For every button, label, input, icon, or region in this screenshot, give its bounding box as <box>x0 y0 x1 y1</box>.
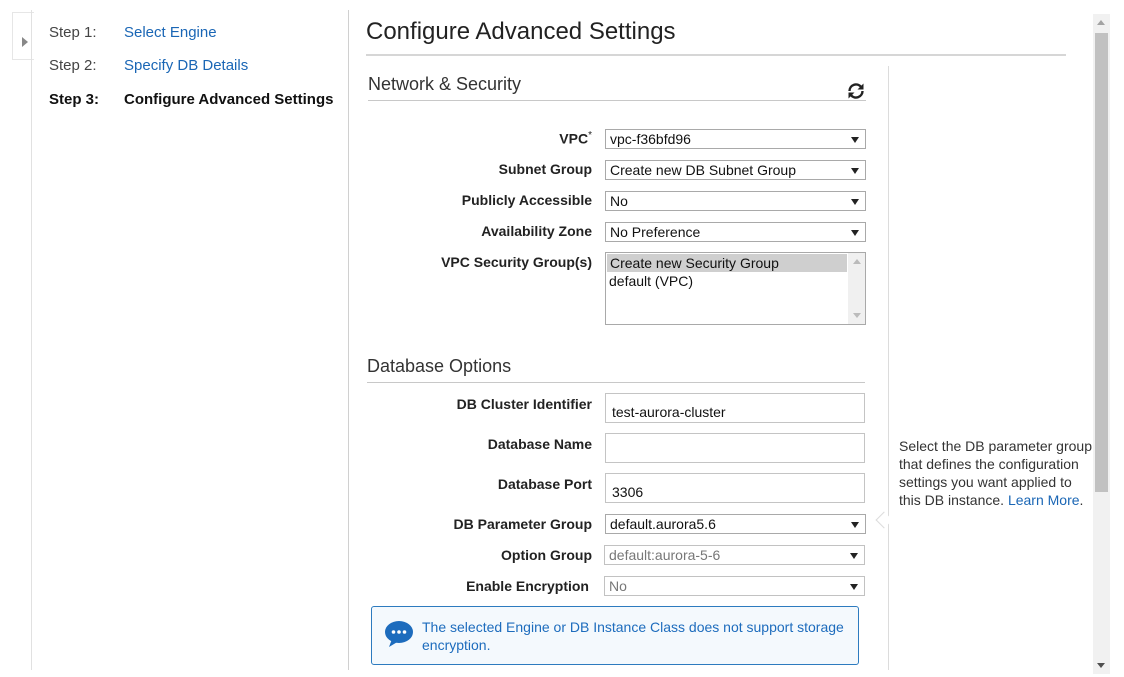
refresh-icon[interactable] <box>845 80 867 102</box>
caret-down-icon <box>851 522 859 528</box>
option-group-label: Option Group <box>501 547 592 563</box>
caret-down-icon <box>851 230 859 236</box>
step-current-label: Configure Advanced Settings <box>124 91 334 108</box>
caret-down-icon <box>851 168 859 174</box>
availability-zone-label: Availability Zone <box>481 223 592 239</box>
db-parameter-group-label: DB Parameter Group <box>453 516 592 532</box>
divider <box>368 100 866 101</box>
vpc-select[interactable]: vpc-f36bfd96 <box>605 129 866 149</box>
help-text: Select the DB parameter group that defin… <box>899 437 1099 509</box>
database-port-label: Database Port <box>497 476 592 492</box>
listbox-option-default-vpc[interactable]: default (VPC) <box>606 272 847 290</box>
db-parameter-group-select[interactable]: default.aurora5.6 <box>605 514 866 534</box>
db-cluster-identifier-input[interactable] <box>605 393 865 423</box>
vpc-security-groups-listbox[interactable]: Create new Security Group default (VPC) <box>605 252 866 325</box>
subnet-group-value: Create new DB Subnet Group <box>610 162 796 178</box>
database-name-input[interactable] <box>605 433 865 463</box>
enable-encryption-select: No <box>604 576 865 596</box>
listbox-option-create-security-group[interactable]: Create new Security Group <box>607 254 847 272</box>
scroll-up-icon[interactable] <box>1097 20 1105 25</box>
caret-down-icon <box>851 199 859 205</box>
db-cluster-identifier-label: DB Cluster Identifier <box>456 396 592 412</box>
info-message-text: The selected Engine or DB Instance Class… <box>422 619 844 653</box>
scroll-down-icon <box>853 313 861 318</box>
divider <box>348 10 349 670</box>
enable-encryption-value: No <box>609 578 627 594</box>
learn-more-link[interactable]: Learn More <box>1008 492 1080 508</box>
scroll-up-icon <box>853 259 861 264</box>
vpc-select-value: vpc-f36bfd96 <box>610 131 691 147</box>
scrollbar-thumb[interactable] <box>1095 33 1108 492</box>
help-text-line: this DB instance. Learn More. <box>899 492 1084 508</box>
chat-bubble-info-icon <box>385 621 413 647</box>
help-text-line: Select the DB parameter group <box>899 438 1092 454</box>
step-link-specify-db-details[interactable]: Specify DB Details <box>124 57 248 74</box>
caret-down-icon <box>850 584 858 590</box>
step-number: Step 2: <box>49 57 97 74</box>
enable-encryption-label: Enable Encryption <box>466 578 589 594</box>
scroll-down-icon[interactable] <box>1097 663 1105 668</box>
database-name-label: Database Name <box>487 436 592 452</box>
step-link-select-engine[interactable]: Select Engine <box>124 24 217 41</box>
help-text-line: that defines the configuration <box>899 456 1079 472</box>
db-parameter-group-value: default.aurora5.6 <box>610 516 716 532</box>
listbox-scrollbar[interactable] <box>848 253 865 324</box>
availability-zone-value: No Preference <box>610 224 701 240</box>
option-group-value: default:aurora-5-6 <box>609 547 721 563</box>
option-group-select: default:aurora-5-6 <box>604 545 865 565</box>
section-title-database-options: Database Options <box>367 356 512 376</box>
subnet-group-select[interactable]: Create new DB Subnet Group <box>605 160 866 180</box>
divider <box>888 66 889 670</box>
database-port-input[interactable] <box>605 473 865 503</box>
divider <box>31 10 32 670</box>
subnet-group-label: Subnet Group <box>498 161 592 177</box>
step-number: Step 1: <box>49 24 97 41</box>
page-scrollbar[interactable] <box>1093 14 1110 674</box>
caret-down-icon <box>851 137 859 143</box>
publicly-accessible-value: No <box>610 193 628 209</box>
divider <box>366 54 1066 56</box>
section-title-network-security: Network & Security <box>368 74 522 94</box>
vpc-label: VPC* <box>559 130 592 147</box>
help-text-line: settings you want applied to <box>899 474 1072 490</box>
publicly-accessible-label: Publicly Accessible <box>461 192 592 208</box>
divider <box>367 382 865 383</box>
chevron-right-icon <box>22 37 28 47</box>
step-number: Step 3: <box>49 91 100 108</box>
help-pointer <box>875 511 893 529</box>
info-message: The selected Engine or DB Instance Class… <box>371 606 859 665</box>
page-title: Configure Advanced Settings <box>366 18 676 45</box>
availability-zone-select[interactable]: No Preference <box>605 222 866 242</box>
caret-down-icon <box>850 553 858 559</box>
publicly-accessible-select[interactable]: No <box>605 191 866 211</box>
vpc-security-groups-label: VPC Security Group(s) <box>441 254 592 270</box>
